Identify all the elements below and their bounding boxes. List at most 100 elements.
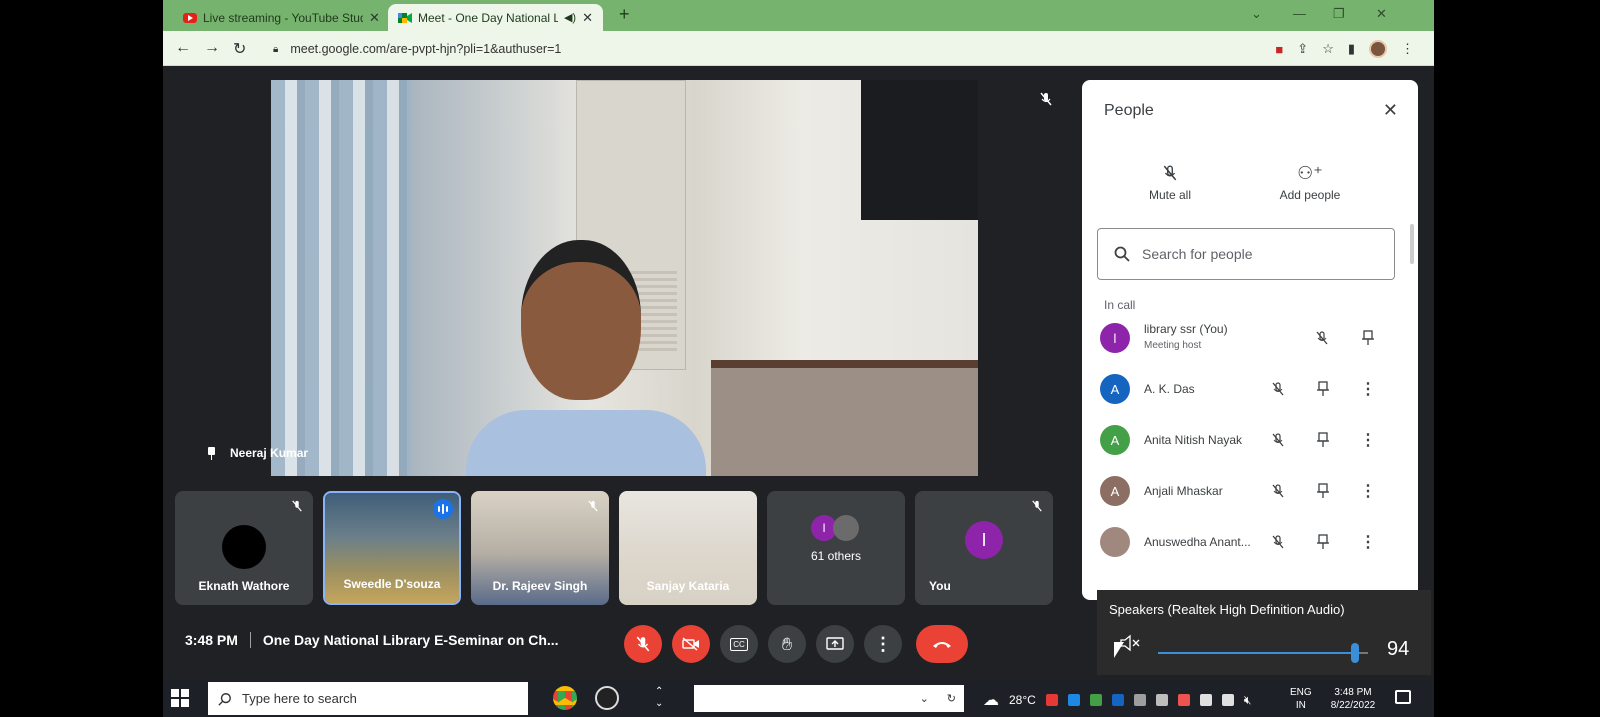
close-icon[interactable]: ✕ xyxy=(1383,100,1398,121)
weather-temperature: 28°C xyxy=(1009,693,1036,707)
tab-google-meet[interactable]: Meet - One Day National Lib ◀) ✕ xyxy=(388,4,603,31)
network-icon[interactable] xyxy=(1199,694,1212,706)
tab-title: Meet - One Day National Lib xyxy=(418,10,558,25)
chrome-icon[interactable] xyxy=(553,686,577,710)
share-icon[interactable]: ⇪ xyxy=(1297,41,1308,57)
participant-name: Dr. Rajeev Singh xyxy=(492,579,588,593)
kebab-icon: ⋮ xyxy=(874,633,892,654)
search-icon xyxy=(218,692,231,706)
toggle-camera-button[interactable] xyxy=(672,625,710,663)
mic-off-icon[interactable] xyxy=(1268,430,1288,450)
avatar-photo xyxy=(1100,527,1130,557)
captions-button[interactable]: CC xyxy=(720,625,758,663)
new-tab-button[interactable]: + xyxy=(619,4,630,25)
tab-youtube-studio[interactable]: Live streaming - YouTube Studio ✕ xyxy=(173,4,390,31)
volume-thumb[interactable] xyxy=(1351,643,1360,663)
mic-off-icon[interactable] xyxy=(1268,481,1288,501)
pin-icon[interactable] xyxy=(1313,532,1333,552)
volume-muted-icon[interactable]: 🔇︎ xyxy=(1244,693,1252,708)
mic-off-icon[interactable] xyxy=(1268,379,1288,399)
taskbar-address-box[interactable]: ⌄ ↻ xyxy=(694,685,964,712)
youtube-icon xyxy=(183,12,197,23)
more-options-icon[interactable]: ⋮ xyxy=(1358,430,1378,450)
add-people-label: Add people xyxy=(1279,188,1341,202)
mic-off-icon[interactable] xyxy=(1268,532,1288,552)
more-options-icon[interactable]: ⋮ xyxy=(1358,481,1378,501)
camera-blocked-icon[interactable]: ■ xyxy=(1275,42,1283,57)
obs-icon[interactable] xyxy=(595,686,619,710)
participant-row[interactable]: l library ssr (You) Meeting host xyxy=(1082,316,1418,360)
tray-app-icon[interactable] xyxy=(1045,694,1058,706)
lock-icon[interactable]: 🔒︎ xyxy=(273,44,278,55)
self-tile[interactable]: I You xyxy=(915,491,1053,605)
url-text: meet.google.com/are-pvpt-hjn?pli=1&authu… xyxy=(290,42,562,56)
pin-icon[interactable] xyxy=(1358,328,1378,348)
present-button[interactable] xyxy=(816,625,854,663)
menu-kebab-icon[interactable]: ⋮ xyxy=(1401,41,1414,57)
toggle-mic-button[interactable] xyxy=(624,625,662,663)
taskbar-search[interactable]: Type here to search xyxy=(208,682,528,715)
close-tab-icon[interactable]: ✕ xyxy=(582,10,593,26)
taskbar-clock[interactable]: 3:48 PM 8/22/2022 xyxy=(1323,686,1383,712)
pin-icon[interactable] xyxy=(1313,430,1333,450)
participant-row[interactable]: Anuswedha Anant... ⋮ xyxy=(1082,520,1418,564)
search-people-field[interactable]: Search for people xyxy=(1097,228,1395,280)
pin-icon[interactable] xyxy=(207,446,216,460)
tab-audio-icon[interactable]: ◀) xyxy=(564,11,576,24)
scrollbar[interactable] xyxy=(1410,224,1414,264)
video-background-tv xyxy=(861,80,978,220)
participant-role: Meeting host xyxy=(1144,340,1202,351)
tab-search-icon[interactable]: ⌄ xyxy=(1251,6,1262,22)
usb-icon[interactable] xyxy=(1133,694,1146,706)
windows-start-icon[interactable] xyxy=(171,689,189,707)
more-options-icon[interactable]: ⋮ xyxy=(1358,532,1378,552)
participant-row[interactable]: A Anjali Mhaskar ⋮ xyxy=(1082,469,1418,513)
avatar: I xyxy=(965,521,1003,559)
close-window-icon[interactable]: ✕ xyxy=(1376,6,1387,22)
language-indicator[interactable]: ENG IN xyxy=(1290,686,1312,712)
battery-icon[interactable] xyxy=(1221,694,1234,706)
url-field[interactable]: 🔒︎ meet.google.com/are-pvpt-hjn?pli=1&au… xyxy=(263,37,1413,61)
participant-tile[interactable]: Dr. Rajeev Singh xyxy=(471,491,609,605)
speaking-indicator-icon xyxy=(433,499,453,519)
tray-app-icon[interactable] xyxy=(1067,694,1080,706)
participant-name: Anuswedha Anant... xyxy=(1144,535,1251,549)
close-tab-icon[interactable]: ✕ xyxy=(369,10,380,26)
mute-all-button[interactable]: Mute all xyxy=(1120,158,1220,202)
volume-slider[interactable] xyxy=(1158,643,1368,663)
weather-cloud-icon[interactable]: ☁︎ xyxy=(983,690,999,710)
clock-time: 3:48 PM xyxy=(1334,687,1372,698)
participant-tile[interactable]: Sanjay Kataria xyxy=(619,491,757,605)
participant-row[interactable]: A Anita Nitish Nayak ⋮ xyxy=(1082,418,1418,462)
pin-icon[interactable] xyxy=(1313,481,1333,501)
profile-avatar[interactable] xyxy=(1369,40,1387,58)
more-options-button[interactable]: ⋮ xyxy=(864,625,902,663)
refresh-icon[interactable]: ↻ xyxy=(947,692,956,705)
others-tile[interactable]: I 61 others xyxy=(767,491,905,605)
tray-app-icon[interactable] xyxy=(1155,694,1168,706)
tray-app-icon[interactable] xyxy=(1089,694,1102,706)
mic-off-icon[interactable] xyxy=(1312,328,1332,348)
bluetooth-icon[interactable] xyxy=(1111,694,1124,706)
participant-tile[interactable]: Eknath Wathore xyxy=(175,491,313,605)
pin-icon[interactable] xyxy=(1313,379,1333,399)
reload-icon[interactable]: ↻ xyxy=(233,39,246,59)
back-icon[interactable]: ← xyxy=(175,39,191,57)
participant-row[interactable]: A A. K. Das ⋮ xyxy=(1082,367,1418,411)
chevron-down-icon[interactable]: ⌄ xyxy=(920,692,929,705)
raise-hand-button[interactable]: ✋︎ xyxy=(768,625,806,663)
leave-call-button[interactable] xyxy=(916,625,968,663)
side-panel-icon[interactable]: ▮ xyxy=(1348,41,1355,57)
minimize-icon[interactable]: — xyxy=(1293,6,1306,21)
language-region: IN xyxy=(1295,700,1306,711)
tray-app-icon[interactable] xyxy=(1177,694,1190,706)
participant-tile-active[interactable]: Sweedle D'souza xyxy=(323,491,461,605)
forward-icon[interactable]: → xyxy=(204,39,220,57)
toolbar-expand-icon[interactable]: ⌃ ⌄ xyxy=(655,686,663,710)
add-people-button[interactable]: ⚇⁺ Add people xyxy=(1260,158,1360,203)
notifications-icon[interactable] xyxy=(1395,690,1411,704)
restore-icon[interactable]: ❐ xyxy=(1333,6,1345,22)
bookmark-star-icon[interactable]: ☆ xyxy=(1322,41,1334,57)
more-options-icon[interactable]: ⋮ xyxy=(1358,379,1378,399)
system-tray: ☁︎ 28°C 🔇︎ xyxy=(983,690,1251,710)
